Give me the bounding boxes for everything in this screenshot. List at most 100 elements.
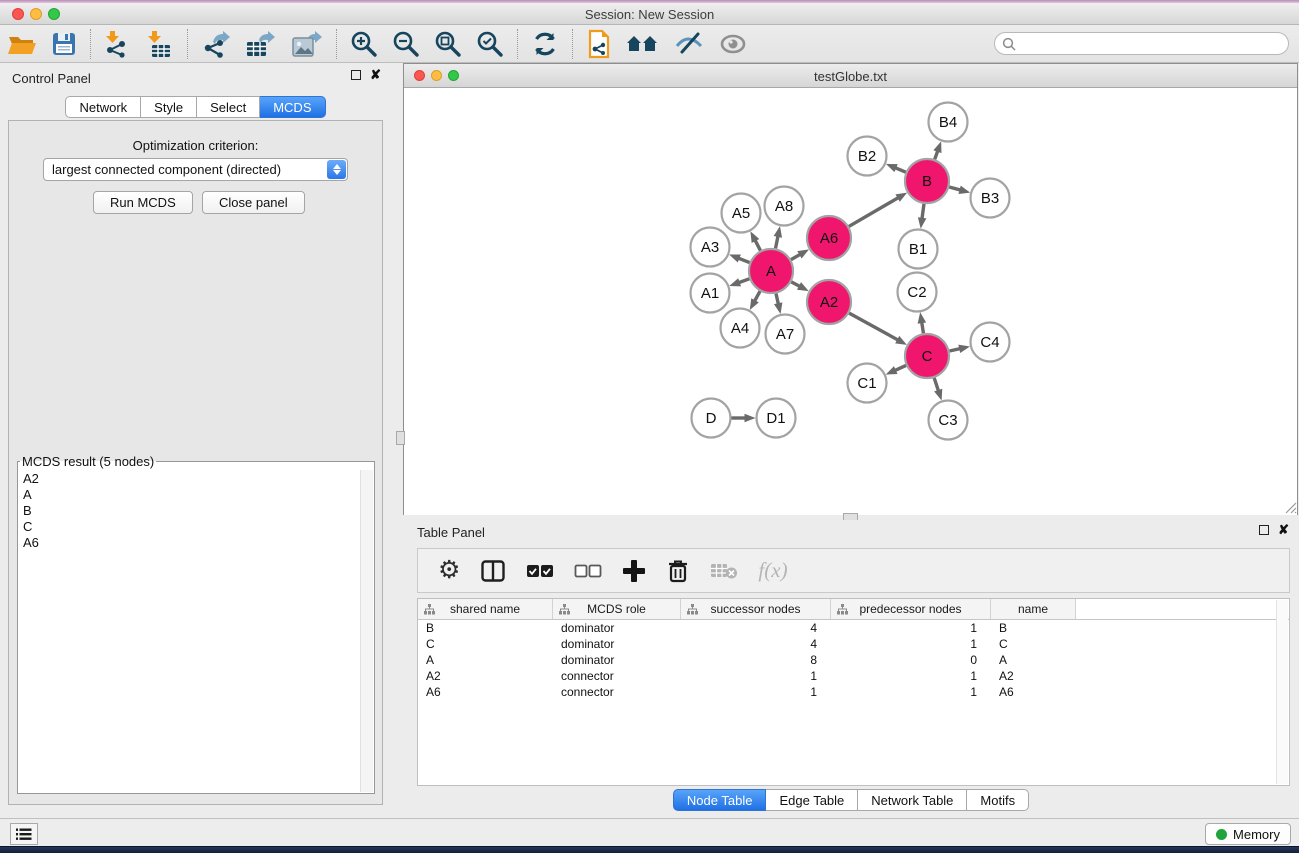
edge-B-B1[interactable] xyxy=(922,204,924,220)
vertical-split-handle[interactable] xyxy=(396,431,405,445)
network-graph[interactable]: A A1 A2 A3 A4 A5 A6 A7 A8 B B1 B2 B3B4 C C1 C2 C3C4 D D1 xyxy=(404,89,1297,515)
graph-node-B3[interactable]: B3 xyxy=(971,179,1010,218)
tab-edge-table[interactable]: Edge Table xyxy=(766,789,858,811)
edge-A-A8[interactable] xyxy=(776,235,779,249)
edge-C-C3[interactable] xyxy=(934,378,939,392)
zoom-in-button[interactable] xyxy=(343,27,385,61)
delete-column-button[interactable] xyxy=(656,554,700,588)
graph-node-A8[interactable]: A8 xyxy=(765,187,804,226)
graph-node-C[interactable]: C xyxy=(905,334,949,378)
graph-node-A4[interactable]: A4 xyxy=(721,309,760,348)
select-all-button[interactable] xyxy=(516,554,564,588)
table-row[interactable]: A6connector11A6 xyxy=(418,684,1289,700)
tab-mcds[interactable]: MCDS xyxy=(260,96,325,118)
search-field[interactable] xyxy=(994,32,1289,55)
table-cell[interactable]: 1 xyxy=(681,669,831,683)
save-session-button[interactable] xyxy=(44,27,84,61)
table-cell[interactable]: 1 xyxy=(831,685,991,699)
graph-node-C4[interactable]: C4 xyxy=(971,323,1010,362)
table-row[interactable]: Adominator80A xyxy=(418,652,1289,668)
tab-style[interactable]: Style xyxy=(141,96,197,118)
table-cell[interactable]: connector xyxy=(553,669,681,683)
table-cell[interactable]: B xyxy=(418,621,553,635)
table-cell[interactable]: B xyxy=(991,621,1076,635)
table-cell[interactable]: C xyxy=(418,637,553,651)
table-cell[interactable]: dominator xyxy=(553,637,681,651)
task-history-button[interactable] xyxy=(10,823,38,845)
graph-node-A1[interactable]: A1 xyxy=(691,274,730,313)
refresh-button[interactable] xyxy=(524,27,566,61)
table-cell[interactable]: 1 xyxy=(831,637,991,651)
table-row[interactable]: A2connector11A2 xyxy=(418,668,1289,684)
graph-node-B4[interactable]: B4 xyxy=(929,103,968,142)
table-scrollbar[interactable] xyxy=(1276,600,1288,784)
home-view-button[interactable] xyxy=(619,27,667,61)
graph-node-A6[interactable]: A6 xyxy=(807,216,851,260)
mcds-result-item[interactable]: A2 xyxy=(19,471,359,487)
graph-node-D1[interactable]: D1 xyxy=(757,399,796,438)
table-cell[interactable]: A6 xyxy=(991,685,1076,699)
table-cell[interactable]: 1 xyxy=(831,669,991,683)
tab-motifs[interactable]: Motifs xyxy=(967,789,1029,811)
network-window-title-bar[interactable]: testGlobe.txt xyxy=(404,64,1297,88)
mcds-list-scrollbar[interactable] xyxy=(360,470,373,792)
table-cell[interactable]: C xyxy=(991,637,1076,651)
export-image-button[interactable] xyxy=(284,27,330,61)
tab-node-table[interactable]: Node Table xyxy=(673,789,767,811)
function-builder-button[interactable]: f(x) xyxy=(748,554,797,588)
mcds-result-item[interactable]: A6 xyxy=(19,535,359,551)
table-settings-button[interactable]: ⚙ xyxy=(428,554,470,588)
table-cell[interactable]: connector xyxy=(553,685,681,699)
table-cell[interactable]: A2 xyxy=(991,669,1076,683)
criterion-select[interactable]: largest connected component (directed) xyxy=(43,158,348,181)
table-cell[interactable]: 8 xyxy=(681,653,831,667)
graph-node-D[interactable]: D xyxy=(692,399,731,438)
tab-select[interactable]: Select xyxy=(197,96,260,118)
zoom-out-button[interactable] xyxy=(385,27,427,61)
run-mcds-button[interactable]: Run MCDS xyxy=(93,191,193,214)
graph-node-B1[interactable]: B1 xyxy=(899,230,938,269)
column-header-shared-name[interactable]: shared name xyxy=(418,599,553,619)
table-cell[interactable]: A xyxy=(418,653,553,667)
graph-node-C1[interactable]: C1 xyxy=(848,364,887,403)
table-cell[interactable]: 4 xyxy=(681,637,831,651)
show-details-button[interactable] xyxy=(711,27,755,61)
graph-node-A2[interactable]: A2 xyxy=(807,280,851,324)
graph-node-A3[interactable]: A3 xyxy=(691,228,730,267)
graph-node-A[interactable]: A xyxy=(749,249,793,293)
graph-node-A5[interactable]: A5 xyxy=(722,194,761,233)
zoom-selected-button[interactable] xyxy=(469,27,511,61)
graph-node-A7[interactable]: A7 xyxy=(766,315,805,354)
close-table-panel-icon[interactable]: ✘ xyxy=(1278,525,1289,535)
open-session-button[interactable] xyxy=(0,27,44,61)
column-header-MCDS-role[interactable]: MCDS role xyxy=(553,599,681,619)
create-column-button[interactable] xyxy=(612,554,656,588)
import-network-button[interactable] xyxy=(97,27,139,61)
float-panel-icon[interactable] xyxy=(351,70,361,80)
deselect-all-button[interactable] xyxy=(564,554,612,588)
export-network-button[interactable] xyxy=(194,27,238,61)
show-columns-button[interactable] xyxy=(470,554,516,588)
table-cell[interactable]: 4 xyxy=(681,621,831,635)
export-table-button[interactable] xyxy=(238,27,284,61)
table-cell[interactable]: 1 xyxy=(831,621,991,635)
column-header-predecessor-nodes[interactable]: predecessor nodes xyxy=(831,599,991,619)
table-cell[interactable]: 0 xyxy=(831,653,991,667)
table-cell[interactable]: A2 xyxy=(418,669,553,683)
table-cell[interactable]: dominator xyxy=(553,621,681,635)
graph-node-B[interactable]: B xyxy=(905,159,949,203)
table-cell[interactable]: dominator xyxy=(553,653,681,667)
table-cell[interactable]: 1 xyxy=(681,685,831,699)
graph-node-B2[interactable]: B2 xyxy=(848,137,887,176)
column-header-name[interactable]: name xyxy=(991,599,1076,619)
graph-node-C3[interactable]: C3 xyxy=(929,401,968,440)
network-from-file-button[interactable] xyxy=(579,27,619,61)
node-table[interactable]: shared nameMCDS rolesuccessor nodesprede… xyxy=(417,598,1290,786)
graph-node-C2[interactable]: C2 xyxy=(898,273,937,312)
hide-details-button[interactable] xyxy=(667,27,711,61)
tab-network-table[interactable]: Network Table xyxy=(858,789,967,811)
edge-A2-C[interactable] xyxy=(849,313,899,340)
table-cell[interactable]: A xyxy=(991,653,1076,667)
search-input[interactable] xyxy=(1020,35,1288,53)
close-panel-button[interactable]: Close panel xyxy=(202,191,305,214)
